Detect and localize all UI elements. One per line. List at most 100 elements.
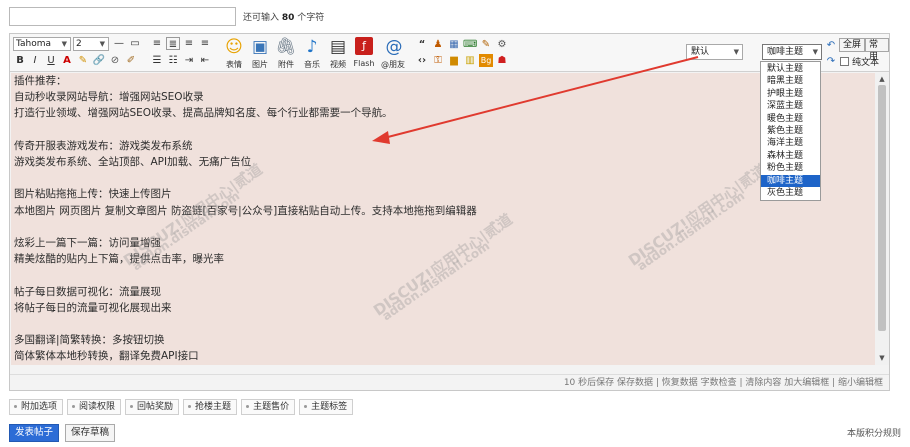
lock-icon[interactable]: ⚿ xyxy=(431,54,445,67)
font-family-select[interactable]: Tahoma ▼ xyxy=(13,37,71,51)
at-icon[interactable]: @ xyxy=(383,36,405,58)
publish-button[interactable]: 发表帖子 xyxy=(9,424,59,442)
content-blank-line xyxy=(11,219,875,235)
bg-image-icon[interactable]: Bg xyxy=(479,54,493,67)
attachment-label[interactable]: 附件 xyxy=(272,59,300,70)
theme-dropdown-list[interactable]: 默认主题 暗黑主题 护眼主题 深蓝主题 暖色主题 紫色主题 海洋主题 森林主题 粉色主题 咖啡主题… xyxy=(760,61,821,201)
free-icon[interactable]: ▦ xyxy=(447,38,461,51)
code-icon[interactable]: ‹› xyxy=(415,54,429,67)
bullet-icon xyxy=(14,405,17,408)
align-center-icon[interactable]: ≣ xyxy=(166,37,180,50)
scroll-up-arrow[interactable]: ▲ xyxy=(877,74,887,84)
content-line: 帖子每日数据可视化：流量展现 xyxy=(14,285,161,298)
video-icon[interactable]: ▤ xyxy=(327,36,349,58)
fullscreen-button[interactable]: 全屏 xyxy=(839,38,866,52)
theme-option[interactable]: 紫色主题 xyxy=(761,125,820,137)
bg-color-icon[interactable]: ✎ xyxy=(76,54,90,67)
editor-toolbar: Tahoma ▼ 2 ▼ — ▭ ≡ ≣ ≡ ≡ B I U A ✎ 🔗 ⊘ ✐ ☰… xyxy=(10,34,889,72)
content-scrollbar[interactable]: ▲ ▼ xyxy=(875,73,889,365)
indent-icon[interactable]: ⇥ xyxy=(182,54,196,67)
subject-input[interactable] xyxy=(9,7,236,26)
video-label[interactable]: 视频 xyxy=(324,59,352,70)
theme-option[interactable]: 海洋主题 xyxy=(761,137,820,149)
bullet-icon xyxy=(304,405,308,408)
unordered-list-icon[interactable]: ☷ xyxy=(166,54,180,67)
common-button[interactable]: 常用 xyxy=(865,38,889,62)
theme-option[interactable]: 深蓝主题 xyxy=(761,100,820,112)
content-blank-line xyxy=(11,122,875,138)
post-option-tab[interactable]: 主题售价 xyxy=(241,399,296,415)
code-block-icon[interactable]: ⌨ xyxy=(463,38,477,51)
edit-icon[interactable]: ✎ xyxy=(479,38,493,51)
scroll-down-arrow[interactable]: ▼ xyxy=(877,353,887,363)
format-brush-icon[interactable]: ✐ xyxy=(124,54,138,67)
hr-icon[interactable]: — xyxy=(112,37,126,50)
tab-label: 回帖奖励 xyxy=(137,402,174,412)
expression-label[interactable]: 表情 xyxy=(220,59,248,70)
flash-label[interactable]: Flash xyxy=(350,59,378,68)
default-select[interactable]: 默认 ▼ xyxy=(686,44,743,60)
music-label[interactable]: 音乐 xyxy=(298,59,326,70)
theme-option[interactable]: 护眼主题 xyxy=(761,88,820,100)
post-option-tab[interactable]: 主题标签 xyxy=(299,399,354,415)
content-line: 自动秒收录网站导航：增强网站SEO收录 xyxy=(14,91,204,104)
align-justify-icon[interactable]: ≡ xyxy=(198,37,212,50)
at-friend-label[interactable]: @朋友 xyxy=(379,59,407,70)
robot-icon[interactable]: ☗ xyxy=(495,54,509,67)
outdent-icon[interactable]: ⇤ xyxy=(198,54,212,67)
content-line: 简体繁体本地秒转换，翻译免费API接口 xyxy=(14,350,199,363)
forum-rules-link[interactable]: 本版积分规则 xyxy=(847,426,901,439)
content-line: 多国翻译|简繁转换：多按钮切换 xyxy=(14,334,165,347)
folder-icon[interactable]: ▆ xyxy=(447,54,461,67)
theme-option[interactable]: 灰色主题 xyxy=(761,187,820,199)
italic-button[interactable]: I xyxy=(28,54,42,67)
image-icon[interactable]: ▣ xyxy=(249,36,271,58)
theme-option[interactable]: 暖色主题 xyxy=(761,113,820,125)
post-option-tab[interactable]: 抢楼主题 xyxy=(183,399,238,415)
link-icon[interactable]: 🔗 xyxy=(92,54,106,67)
tab-label: 阅读权限 xyxy=(79,402,116,412)
scroll-thumb[interactable] xyxy=(878,85,886,331)
post-options-tabs: 附加选项 阅读权限 回帖奖励 抢楼主题 主题售价 主题标签 xyxy=(9,399,357,417)
post-option-tab[interactable]: 阅读权限 xyxy=(67,399,122,415)
music-icon[interactable]: ♪ xyxy=(301,36,323,58)
quote-icon[interactable]: “ xyxy=(415,38,429,51)
theme-option[interactable]: 咖啡主题 xyxy=(761,174,820,187)
underline-button[interactable]: U xyxy=(44,54,58,67)
bullet-icon xyxy=(246,405,250,408)
align-right-icon[interactable]: ≡ xyxy=(182,37,196,50)
image-label[interactable]: 图片 xyxy=(246,59,274,70)
smiley-icon[interactable]: ☺ xyxy=(223,36,245,58)
align-left-icon[interactable]: ≡ xyxy=(150,37,164,50)
bold-button[interactable]: B xyxy=(13,54,27,67)
char-count: 80 xyxy=(281,13,295,23)
save-draft-button[interactable]: 保存草稿 xyxy=(65,424,115,442)
flash-icon[interactable]: ƒ xyxy=(355,37,373,55)
redo-icon[interactable]: ↷ xyxy=(824,55,838,68)
font-color-icon[interactable]: A xyxy=(60,54,74,67)
unlink-icon[interactable]: ⊘ xyxy=(108,54,122,67)
settings-icon[interactable]: ⚙ xyxy=(495,38,509,51)
editor-statusbar[interactable]: 10 秒后保存 保存数据 | 恢复数据 字数检查 | 清除内容 加大编辑框 | … xyxy=(10,374,889,390)
theme-option[interactable]: 森林主题 xyxy=(761,150,820,162)
content-line: 插件推荐： xyxy=(14,75,67,87)
attachment-icon[interactable]: 🖇 xyxy=(275,36,297,58)
content-line: 将帖子每日的流量可视化展现出来 xyxy=(14,301,172,314)
theme-option[interactable]: 暗黑主题 xyxy=(761,75,820,87)
table-icon[interactable]: ▭ xyxy=(128,37,142,50)
tab-label: 主题标签 xyxy=(311,402,348,412)
ordered-list-icon[interactable]: ☰ xyxy=(150,54,164,67)
hide-icon[interactable]: ♟ xyxy=(431,38,445,51)
plain-text-checkbox[interactable] xyxy=(840,57,849,66)
editor-content[interactable]: 插件推荐： 自动秒收录网站导航：增强网站SEO收录 打造行业领域、增强网站SEO收录… xyxy=(11,73,875,365)
tab-label: 抢楼主题 xyxy=(195,402,232,412)
post-option-tab[interactable]: 回帖奖励 xyxy=(125,399,180,415)
note-icon[interactable]: ▥ xyxy=(463,54,477,67)
bullet-icon xyxy=(72,405,76,408)
theme-option[interactable]: 默认主题 xyxy=(761,63,820,75)
theme-option[interactable]: 粉色主题 xyxy=(761,162,820,174)
theme-select[interactable]: 咖啡主题 ▼ xyxy=(762,44,822,60)
undo-icon[interactable]: ↶ xyxy=(824,39,838,52)
font-size-select[interactable]: 2 ▼ xyxy=(73,37,109,51)
post-option-tab[interactable]: 附加选项 xyxy=(9,399,64,415)
